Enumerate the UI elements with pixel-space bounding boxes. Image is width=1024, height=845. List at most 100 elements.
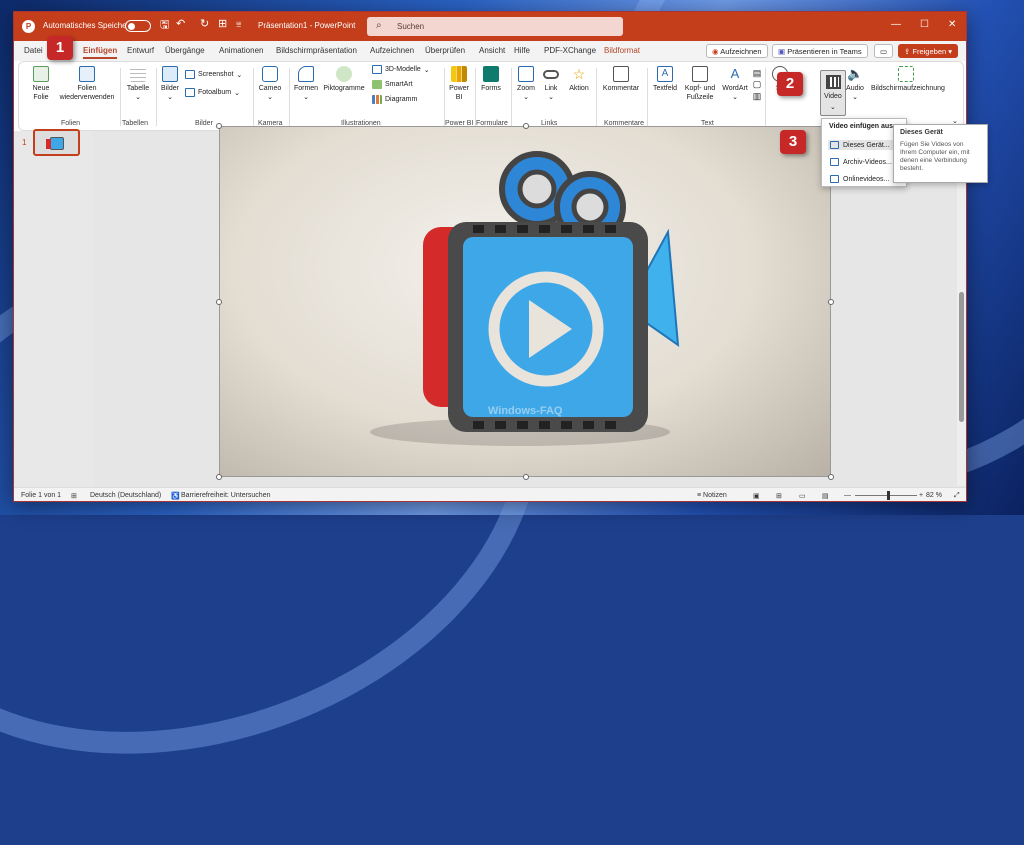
chart-button[interactable]: Diagramm — [372, 95, 417, 104]
menu-item-archiv-videos[interactable]: Archiv-Videos... — [828, 157, 894, 167]
customize-toolbar-icon[interactable]: ⩸ — [236, 20, 241, 29]
smartart-button[interactable]: SmartArt — [372, 80, 413, 89]
zoom-slider-thumb[interactable] — [887, 491, 890, 500]
step-badge-1: 1 — [47, 36, 73, 60]
tab-ueberpruefen[interactable]: Überprüfen — [425, 46, 465, 55]
textbox-button[interactable]: A Textfeld — [651, 66, 679, 94]
text-more-icon[interactable]: ▤ ▢ ▥ — [752, 68, 762, 102]
powerpoint-logo-icon: P — [22, 20, 35, 33]
accessibility-icon: ♿ — [171, 493, 180, 500]
slideshow-view-icon[interactable]: ▤ — [822, 492, 829, 500]
menu-header: Video einfügen aus — [829, 123, 894, 130]
slide[interactable]: Windows-FAQ — [216, 123, 834, 480]
chart-icon — [372, 95, 382, 104]
close-icon[interactable]: ✕ — [948, 19, 956, 30]
spellcheck-icon[interactable]: ⊞ — [71, 492, 77, 500]
slide-thumbnail-pane: 1 — [14, 131, 93, 487]
pictures-button[interactable]: Bilder ⌄ — [159, 66, 181, 103]
icons-button[interactable]: Piktogramme — [322, 66, 366, 94]
header-footer-icon — [692, 66, 708, 82]
zoom-slider[interactable] — [855, 491, 917, 500]
tab-bildformat[interactable]: Bildformat — [604, 46, 640, 55]
3d-models-button[interactable]: 3D-Modelle ⌄ — [372, 65, 430, 74]
zoom-button[interactable]: Zoom ⌄ — [515, 66, 537, 103]
comments-icon[interactable]: ▭ — [874, 44, 894, 58]
comment-button[interactable]: Kommentar — [601, 66, 641, 94]
tab-hilfe[interactable]: Hilfe — [514, 46, 530, 55]
search-icon: ⌕ — [376, 20, 382, 31]
normal-view-icon[interactable]: ▣ — [753, 492, 760, 500]
language-indicator[interactable]: Deutsch (Deutschland) — [90, 492, 161, 499]
zoom-in-icon[interactable]: + — [919, 492, 923, 499]
record-button[interactable]: ◉ Aufzeichnen — [706, 44, 768, 58]
wordart-button[interactable]: A WordArt ⌄ — [721, 66, 749, 103]
menu-item-onlinevideos[interactable]: Onlinevideos... — [828, 174, 891, 184]
accessibility-status[interactable]: Barrierefreiheit: Untersuchen — [181, 492, 271, 499]
menu-item-dieses-geraet[interactable]: Dieses Gerät... — [828, 140, 902, 150]
notes-button[interactable]: ≡ Notizen — [697, 492, 727, 499]
tab-entwurf[interactable]: Entwurf — [127, 46, 154, 55]
link-button[interactable]: Link ⌄ — [541, 66, 561, 103]
forms-icon — [483, 66, 499, 82]
slide-number: 1 — [22, 138, 27, 147]
powerpoint-window: P Automatisches Speichern 🖫 ↶ ↻ ⊞ ⩸ Präs… — [13, 11, 967, 502]
search-box[interactable]: ⌕ Suchen — [367, 17, 623, 36]
tab-animationen[interactable]: Animationen — [219, 46, 263, 55]
minimize-icon[interactable]: — — [891, 19, 901, 30]
zoom-icon — [518, 66, 534, 82]
tab-einfuegen[interactable]: Einfügen — [83, 46, 118, 59]
undo-icon[interactable]: ↶ — [176, 19, 185, 30]
header-footer-button[interactable]: Kopf- und Fußzeile — [683, 66, 717, 103]
reuse-slides-button[interactable]: Folien wiederverwenden — [59, 66, 115, 103]
vertical-scrollbar[interactable] — [957, 132, 966, 486]
shapes-button[interactable]: Formen ⌄ — [293, 66, 319, 103]
forms-button[interactable]: Forms — [478, 66, 504, 94]
shapes-icon — [298, 66, 314, 82]
video-button[interactable]: Video ⌄ — [820, 70, 846, 116]
slideshow-icon[interactable]: ⊞ — [218, 19, 227, 30]
screenshot-button[interactable]: Screenshot ⌄ — [185, 70, 242, 79]
ribbon-tabs: Datei Einfügen Entwurf Übergänge Animati… — [14, 41, 966, 61]
resize-handle[interactable] — [523, 474, 529, 480]
resize-handle[interactable] — [828, 474, 834, 480]
cameo-button[interactable]: Cameo ⌄ — [257, 66, 283, 103]
tab-datei[interactable]: Datei — [24, 46, 43, 55]
smartart-icon — [372, 80, 382, 89]
resize-handle[interactable] — [523, 123, 529, 129]
table-button[interactable]: Tabelle ⌄ — [123, 66, 153, 103]
tab-ansicht[interactable]: Ansicht — [479, 46, 505, 55]
new-slide-button[interactable]: Neue Folie — [27, 66, 55, 103]
slide-count: Folie 1 von 1 — [21, 492, 62, 499]
redo-icon[interactable]: ↻ — [200, 19, 209, 30]
scrollbar-thumb[interactable] — [959, 292, 964, 422]
present-in-teams-button[interactable]: ▣ Präsentieren in Teams — [772, 44, 868, 58]
zoom-level[interactable]: 82 % — [926, 492, 942, 499]
slide-thumbnail[interactable] — [33, 129, 80, 156]
status-bar: Folie 1 von 1 ⊞ Deutsch (Deutschland) ♿ … — [14, 487, 966, 501]
reading-view-icon[interactable]: ▭ — [799, 492, 806, 500]
tab-pdf-xchange[interactable]: PDF-XChange — [544, 46, 596, 55]
fit-to-window-icon[interactable]: ⤢ — [954, 492, 960, 500]
slide-sorter-icon[interactable]: ⊞ — [776, 492, 782, 500]
audio-button[interactable]: 🔈 Audio ⌄ — [844, 66, 866, 103]
step-badge-3: 3 — [780, 130, 806, 154]
photo-album-button[interactable]: Fotoalbum ⌄ — [185, 88, 240, 97]
resize-handle[interactable] — [216, 474, 222, 480]
record-icon: ◉ — [712, 47, 719, 56]
tab-aufzeichnen[interactable]: Aufzeichnen — [370, 46, 414, 55]
share-button[interactable]: ⇪ Freigeben ▾ — [898, 44, 959, 58]
tab-bildschirmpraesentation[interactable]: Bildschirmpräsentation — [276, 46, 357, 55]
action-button[interactable]: ☆ Aktion — [567, 66, 591, 94]
resize-handle[interactable] — [216, 123, 222, 129]
resize-handle[interactable] — [216, 299, 222, 305]
maximize-icon[interactable]: ☐ — [920, 19, 929, 30]
teams-icon: ▣ — [778, 47, 786, 56]
resize-handle[interactable] — [828, 299, 834, 305]
power-bi-button[interactable]: Power BI — [447, 66, 471, 103]
zoom-out-icon[interactable]: — — [844, 492, 851, 499]
autosave-toggle[interactable] — [125, 20, 151, 32]
save-icon[interactable]: 🖫 — [160, 20, 169, 31]
screen-recording-button[interactable]: Bildschirmaufzeichnung — [871, 66, 945, 94]
tab-uebergaenge[interactable]: Übergänge — [165, 46, 205, 55]
cameo-icon — [262, 66, 278, 82]
